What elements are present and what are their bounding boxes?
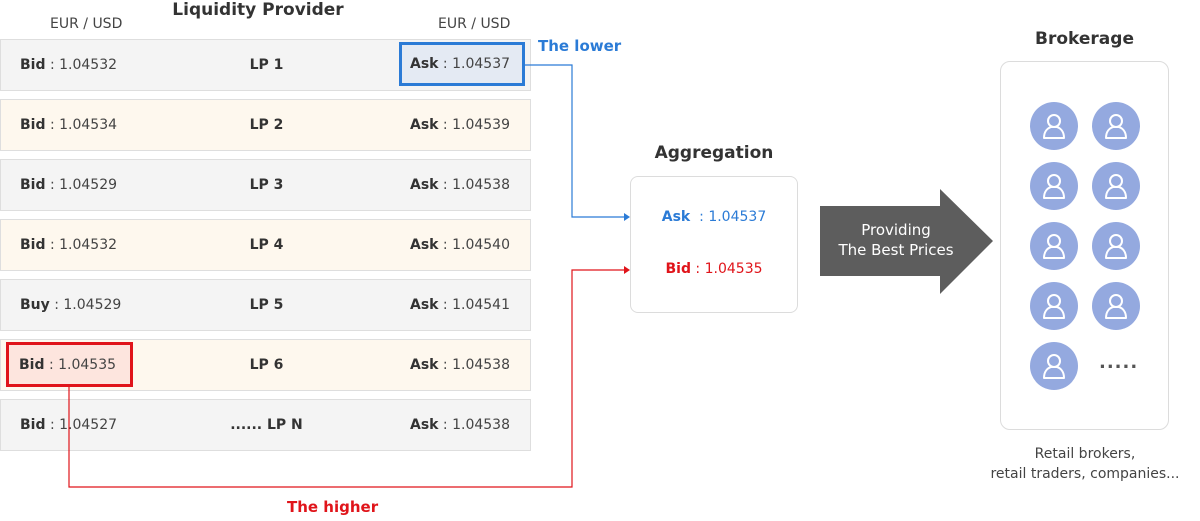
arrow-text-line2: The Best Prices [838,241,954,259]
higher-connector-line [68,269,624,488]
aggregated-ask-separator: : [694,209,709,225]
caption-line2: retail traders, companies... [990,466,1180,482]
client-avatar [1030,222,1078,270]
aggregated-ask: Ask : 1.04537 [631,209,797,225]
aggregated-ask-label: Ask [661,209,691,225]
aggregated-bid-value: 1.04535 [704,261,763,277]
user-icon [1041,112,1067,140]
arrow-text-line1: Providing [861,221,931,239]
aggregated-ask-value: 1.04537 [708,209,767,225]
user-icon [1103,232,1129,260]
client-avatar [1092,222,1140,270]
brokerage-caption: Retail brokers, retail traders, companie… [975,444,1195,484]
client-avatar [1030,282,1078,330]
the-lower-label: The lower [538,37,622,55]
brokerage-title: Brokerage [1035,29,1134,49]
user-icon [1041,172,1067,200]
client-avatar [1092,282,1140,330]
aggregation-title: Aggregation [654,143,774,163]
client-avatar [1030,342,1078,390]
aggregated-bid-separator: : [690,261,705,277]
user-icon [1103,292,1129,320]
aggregated-bid-label: Bid [665,261,691,277]
aggregated-bid: Bid : 1.04535 [631,261,797,277]
user-icon [1041,232,1067,260]
client-avatar [1092,162,1140,210]
brokerage-box: ..... [1000,61,1169,430]
user-icon [1041,352,1067,380]
client-avatar [1092,102,1140,150]
caption-line1: Retail brokers, [1034,446,1136,462]
client-avatar [1030,102,1078,150]
client-avatar [1030,162,1078,210]
user-icon [1103,112,1129,140]
user-icon [1103,172,1129,200]
the-higher-label: The higher [287,498,379,516]
providing-best-prices-label: Providing The Best Prices [820,220,972,260]
user-icon [1041,292,1067,320]
aggregation-box: Ask : 1.04537 Bid : 1.04535 [630,176,798,313]
lower-connector-line [525,64,624,218]
more-clients-ellipsis: ..... [1099,352,1139,373]
